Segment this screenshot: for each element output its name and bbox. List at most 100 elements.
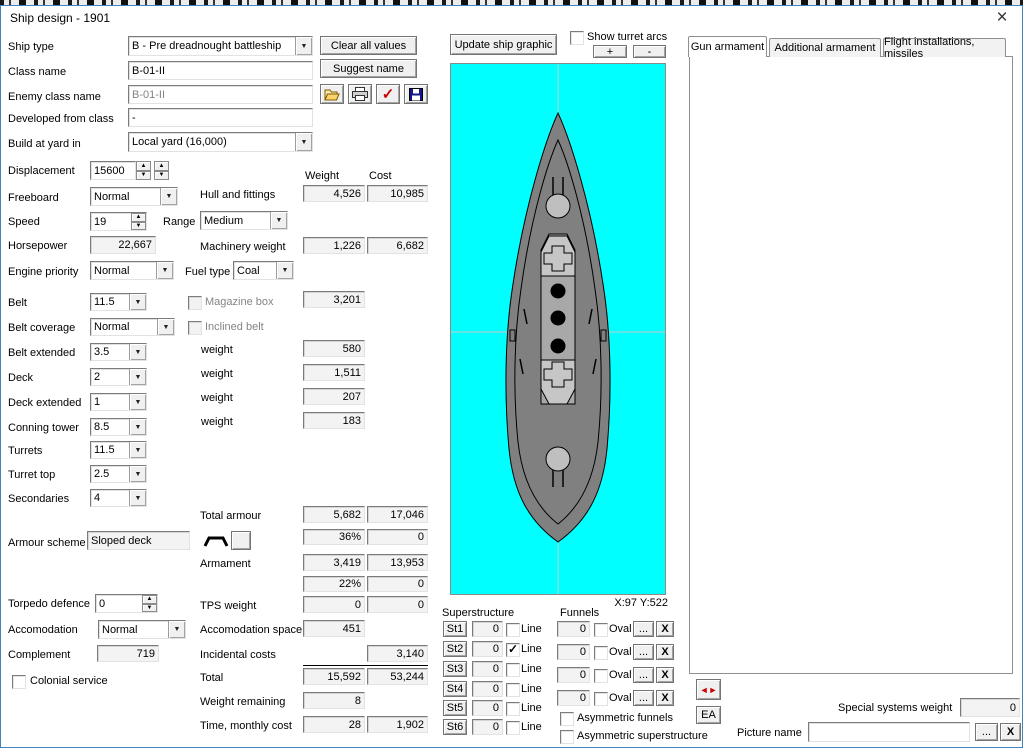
chevron-down-icon[interactable] [270,212,287,229]
down-arrow-icon[interactable] [154,171,169,181]
turrets-combo[interactable]: 11.5 [90,441,147,459]
funnel1-oval-checkbox[interactable] [594,623,608,637]
belt-combo[interactable]: 11.5 [90,293,147,311]
tab-additional-armament[interactable]: Additional armament [769,38,881,57]
belt-coverage-combo[interactable]: Normal [90,318,175,336]
st3-line-checkbox[interactable] [506,663,520,677]
down-arrow-icon[interactable] [131,222,146,231]
funnel4-value[interactable]: 0 [557,690,590,706]
fuel-type-combo[interactable]: Coal [233,261,294,280]
st5-button[interactable]: St5 [443,700,467,716]
build-yard-combo[interactable]: Local yard (16,000) [128,132,313,152]
down-arrow-icon[interactable] [142,604,157,613]
chevron-down-icon[interactable] [156,262,173,279]
engine-priority-combo[interactable]: Normal [90,261,174,280]
chevron-down-icon[interactable] [160,188,177,205]
funnel1-more-button[interactable]: ... [633,621,654,637]
down-arrow-icon[interactable] [136,171,151,181]
chevron-down-icon[interactable] [276,262,293,279]
st4-value[interactable]: 0 [472,681,503,697]
chevron-down-icon[interactable] [129,394,146,410]
chevron-down-icon[interactable] [129,344,146,360]
conning-tower-combo[interactable]: 8.5 [90,418,147,436]
freeboard-combo[interactable]: Normal [90,187,178,206]
chevron-down-icon[interactable] [295,133,312,151]
funnel2-more-button[interactable]: ... [633,644,654,660]
chevron-down-icon[interactable] [129,442,146,458]
funnel3-value[interactable]: 0 [557,667,590,683]
asymmetric-funnels-checkbox[interactable] [560,712,574,726]
clear-all-values-button[interactable]: Clear all values [320,36,417,55]
flip-ship-button[interactable] [696,679,721,700]
picture-name-input[interactable] [808,722,970,742]
up-arrow-icon[interactable] [131,213,146,222]
up-arrow-icon[interactable] [136,161,151,171]
displacement-input[interactable]: 15600 [90,161,136,180]
speed-stepper[interactable]: 19 [90,212,147,231]
st4-button[interactable]: St4 [443,681,467,697]
st1-line-checkbox[interactable] [506,623,520,637]
funnel3-oval-checkbox[interactable] [594,669,608,683]
torpedo-defence-stepper[interactable]: 0 [95,594,158,613]
st5-line-checkbox[interactable] [506,702,520,716]
print-button[interactable] [348,84,372,104]
st6-button[interactable]: St6 [443,719,467,735]
chevron-down-icon[interactable] [129,369,146,385]
displacement-stepper-fine[interactable] [154,161,170,180]
st3-button[interactable]: St3 [443,661,467,677]
accomodation-combo[interactable]: Normal [98,620,186,639]
graphic-zoom-out-button[interactable]: - [633,45,666,58]
asymmetric-superstructure-checkbox[interactable] [560,730,574,744]
funnel4-more-button[interactable]: ... [633,690,654,706]
open-file-button[interactable] [320,84,344,104]
class-name-input[interactable]: B-01-II [128,61,313,80]
chevron-down-icon[interactable] [157,319,174,335]
st5-value[interactable]: 0 [472,700,503,716]
chevron-down-icon[interactable] [129,294,146,310]
chevron-down-icon[interactable] [129,490,146,506]
range-combo[interactable]: Medium [200,211,288,230]
save-button[interactable] [404,84,428,104]
funnel2-oval-checkbox[interactable] [594,646,608,660]
funnel2-delete-button[interactable]: X [656,644,674,660]
st2-value[interactable]: 0 [472,641,503,657]
funnel4-oval-checkbox[interactable] [594,692,608,706]
funnel1-value[interactable]: 0 [557,621,590,637]
st2-button[interactable]: St2 [443,641,467,657]
chevron-down-icon[interactable] [295,37,312,55]
chevron-down-icon[interactable] [129,466,146,482]
st6-value[interactable]: 0 [472,719,503,735]
st1-value[interactable]: 0 [472,621,503,637]
close-icon[interactable] [988,7,1016,29]
funnel1-delete-button[interactable]: X [656,621,674,637]
st6-line-checkbox[interactable] [506,721,520,735]
displacement-stepper-coarse[interactable] [136,161,152,180]
picture-browse-button[interactable]: ... [975,723,998,741]
update-ship-graphic-button[interactable]: Update ship graphic [450,34,557,55]
belt-extended-combo[interactable]: 3.5 [90,343,147,361]
up-arrow-icon[interactable] [142,595,157,604]
ship-canvas[interactable] [450,63,666,595]
st3-value[interactable]: 0 [472,661,503,677]
st1-button[interactable]: St1 [443,621,467,637]
st4-line-checkbox[interactable] [506,683,520,697]
deck-combo[interactable]: 2 [90,368,147,386]
colonial-service-checkbox[interactable] [12,675,26,689]
chevron-down-icon[interactable] [129,419,146,435]
funnel4-delete-button[interactable]: X [656,690,674,706]
picture-clear-button[interactable]: X [1000,723,1021,741]
funnel2-value[interactable]: 0 [557,644,590,660]
ship-type-combo[interactable]: B - Pre dreadnought battleship [128,36,313,56]
ea-button[interactable]: EA [696,706,721,724]
developed-from-input[interactable]: - [128,108,313,127]
up-arrow-icon[interactable] [154,161,169,171]
deck-extended-combo[interactable]: 1 [90,393,147,411]
armour-scheme-picker-button[interactable] [231,531,251,550]
graphic-zoom-in-button[interactable]: + [593,45,627,58]
validate-check-icon[interactable]: ✓ [376,84,400,104]
tab-flight-installations[interactable]: Flight installations, missiles [883,38,1006,57]
suggest-name-button[interactable]: Suggest name [320,59,417,78]
tab-gun-armament[interactable]: Gun armament [688,36,767,57]
chevron-down-icon[interactable] [168,621,185,638]
funnel3-delete-button[interactable]: X [656,667,674,683]
